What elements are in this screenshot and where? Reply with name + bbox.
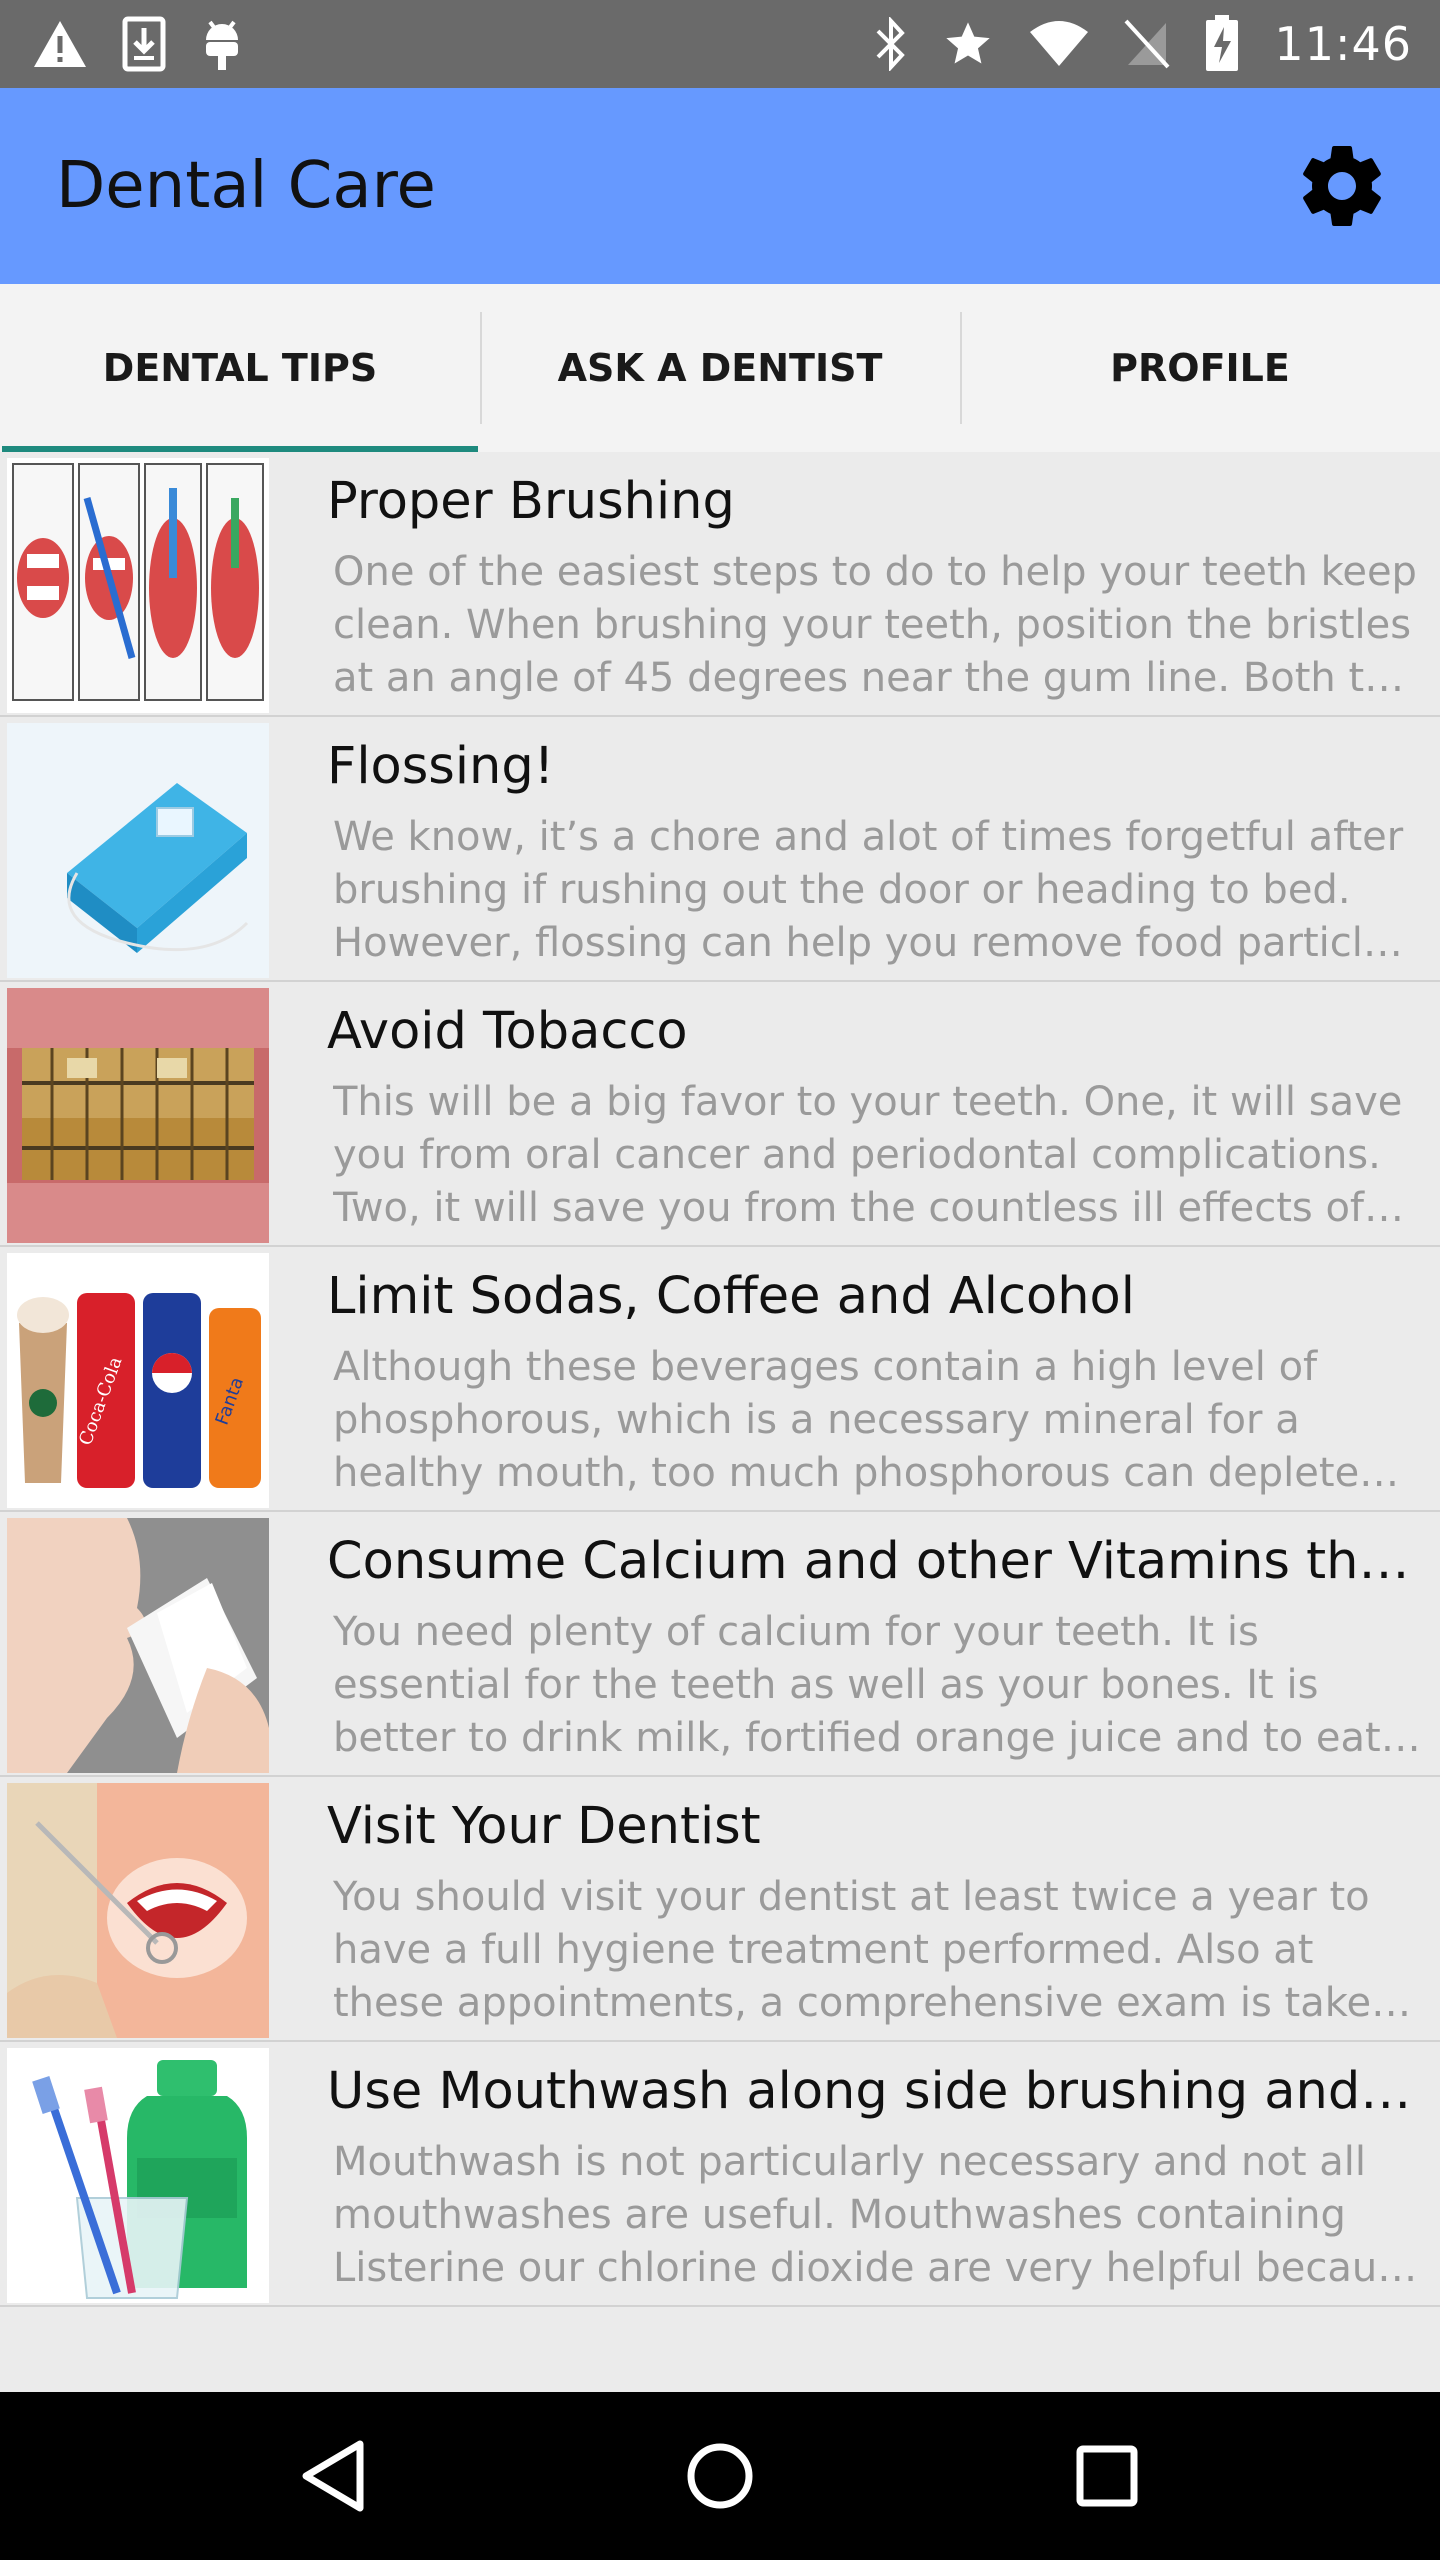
- no-sim-icon: [1124, 19, 1170, 69]
- navigation-bar: [0, 2392, 1440, 2560]
- list-item[interactable]: Coca-Cola Fanta Limit Sodas, Coffee and …: [0, 1247, 1440, 1512]
- tip-text: Proper Brushing One of the easiest steps…: [269, 452, 1440, 715]
- tip-text: Consume Calcium and other Vitamins that …: [269, 1512, 1440, 1775]
- tip-body: You need plenty of calcium for your teet…: [333, 1609, 1381, 1761]
- tip-title: Avoid Tobacco: [327, 1002, 688, 1061]
- back-icon: [302, 2440, 364, 2512]
- dental-exam-image: [7, 1783, 269, 2038]
- mouthwash-image: [7, 2048, 269, 2303]
- tip-body: Although these beverages contain a high …: [333, 1344, 1360, 1496]
- tab-ask-a-dentist[interactable]: ASK A DENTIST: [480, 284, 960, 452]
- tips-list: Proper Brushing One of the easiest steps…: [0, 452, 1440, 2307]
- list-item[interactable]: Consume Calcium and other Vitamins that …: [0, 1512, 1440, 1777]
- tip-body: This will be a big favor to your teeth. …: [333, 1079, 1403, 1231]
- battery-charging-icon: [1204, 15, 1240, 73]
- tip-body: Mouthwash is not particularly necessary …: [333, 2139, 1423, 2291]
- tip-title: Consume Calcium and other Vitamins that …: [327, 1532, 1426, 1591]
- warning-icon: [32, 19, 88, 69]
- stained-teeth-image: [7, 988, 269, 1243]
- app-title: Dental Care: [56, 149, 436, 223]
- tip-text: Flossing! We know, it’s a chore and alot…: [269, 717, 1440, 980]
- tip-title: Visit Your Dentist: [327, 1797, 761, 1856]
- status-left-icons: [32, 16, 244, 72]
- home-button[interactable]: [660, 2416, 780, 2536]
- tip-body: One of the easiest steps to do to help y…: [333, 549, 1417, 701]
- tip-body: We know, it’s a chore and alot of times …: [333, 814, 1409, 966]
- tab-dental-tips[interactable]: DENTAL TIPS: [0, 284, 480, 452]
- status-bar: 11:46: [0, 0, 1440, 88]
- app-bar: Dental Care: [0, 88, 1440, 284]
- bluetooth-icon: [874, 17, 908, 71]
- recents-icon: [1076, 2445, 1138, 2507]
- tip-title: Flossing!: [327, 737, 555, 796]
- list-item[interactable]: Visit Your Dentist You should visit your…: [0, 1777, 1440, 2042]
- download-icon: [122, 16, 166, 72]
- tip-text: Visit Your Dentist You should visit your…: [269, 1777, 1440, 2040]
- list-item[interactable]: Avoid Tobacco This will be a big favor t…: [0, 982, 1440, 1247]
- dental-floss-image: [7, 723, 269, 978]
- tab-profile[interactable]: PROFILE: [960, 284, 1440, 452]
- tip-text: Limit Sodas, Coffee and Alcohol Although…: [269, 1247, 1440, 1510]
- tip-body: You should visit your dentist at least t…: [333, 1874, 1397, 2026]
- brushing-diagram-image: [7, 458, 269, 713]
- list-item[interactable]: Use Mouthwash along side brushing and fl…: [0, 2042, 1440, 2307]
- tip-text: Use Mouthwash along side brushing and fl…: [269, 2042, 1440, 2305]
- beverages-image: Coca-Cola Fanta: [7, 1253, 269, 1508]
- settings-button[interactable]: [1292, 136, 1392, 236]
- home-icon: [687, 2443, 753, 2509]
- gear-icon: [1303, 146, 1381, 226]
- star-icon: [942, 18, 994, 70]
- tip-text: Avoid Tobacco This will be a big favor t…: [269, 982, 1440, 1245]
- clock-time: 11:46: [1274, 17, 1412, 71]
- recents-button[interactable]: [1047, 2416, 1167, 2536]
- android-debug-icon: [200, 16, 244, 72]
- back-button[interactable]: [273, 2416, 393, 2536]
- tab-bar: DENTAL TIPS ASK A DENTIST PROFILE: [0, 284, 1440, 452]
- tip-title: Limit Sodas, Coffee and Alcohol: [327, 1267, 1135, 1326]
- wifi-icon: [1028, 20, 1090, 68]
- list-item[interactable]: Flossing! We know, it’s a chore and alot…: [0, 717, 1440, 982]
- drinking-milk-image: [7, 1518, 269, 1773]
- list-item[interactable]: Proper Brushing One of the easiest steps…: [0, 452, 1440, 717]
- status-right-icons: 11:46: [874, 15, 1412, 73]
- tip-title: Use Mouthwash along side brushing and fl…: [327, 2062, 1426, 2121]
- tip-title: Proper Brushing: [327, 472, 735, 531]
